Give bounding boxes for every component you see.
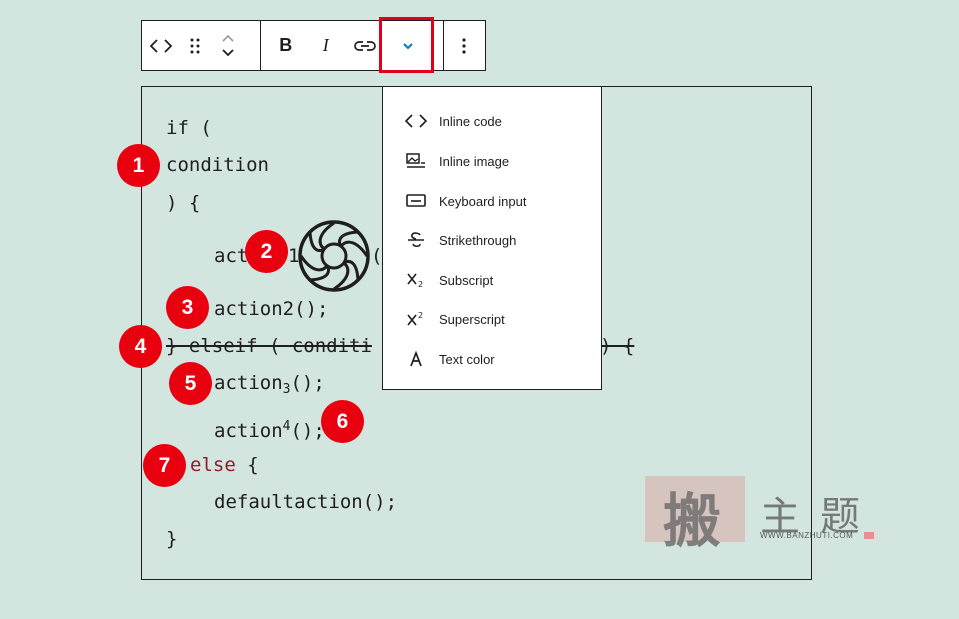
menu-item-label: Subscript xyxy=(439,272,494,288)
code-line-6-strikethrough: } elseif ( conditi xyxy=(166,335,372,357)
code-block-type-button[interactable] xyxy=(142,21,180,70)
bold-button[interactable]: B xyxy=(261,21,311,70)
rich-text-dropdown-menu: Inline code Inline image Keyboard input … xyxy=(382,86,602,390)
more-rich-text-button[interactable] xyxy=(389,21,427,70)
code-text: act xyxy=(214,245,249,267)
colored-text-else: else xyxy=(190,454,236,476)
menu-item-inline-image[interactable]: Inline image xyxy=(383,143,601,179)
menu-item-superscript[interactable]: 2 Superscript xyxy=(383,301,601,337)
code-line-1: if ( xyxy=(166,117,212,139)
code-text: (); xyxy=(290,372,325,394)
code-icon xyxy=(150,38,172,53)
block-controls-group xyxy=(142,21,246,70)
image-icon xyxy=(405,153,427,169)
code-line-4-paren: ( xyxy=(371,245,383,267)
move-up-button[interactable] xyxy=(221,33,235,43)
annotation-badge-5: 5 xyxy=(169,362,212,405)
menu-item-label: Inline code xyxy=(439,113,502,129)
annotation-badge-4: 4 xyxy=(119,325,162,368)
options-button[interactable] xyxy=(444,21,485,70)
menu-item-subscript[interactable]: 2 Subscript xyxy=(383,262,601,298)
code-text: action xyxy=(214,372,283,394)
watermark-url: WWW.BANZHUTI.COM xyxy=(760,531,854,540)
keyboard-icon xyxy=(405,194,427,208)
more-vertical-icon xyxy=(462,37,466,54)
annotation-badge-3: 3 xyxy=(166,286,209,329)
drag-handle-icon xyxy=(190,38,200,53)
svg-text:2: 2 xyxy=(418,311,423,320)
menu-item-label: Strikethrough xyxy=(439,232,517,248)
annotation-badge-1: 1 xyxy=(117,144,160,187)
strikethrough-icon xyxy=(405,231,427,249)
subscript-icon: 2 xyxy=(405,271,427,289)
block-toolbar: B I xyxy=(141,20,486,71)
chevron-down-icon xyxy=(403,42,413,49)
move-down-button[interactable] xyxy=(221,48,235,58)
menu-item-label: Inline image xyxy=(439,153,510,169)
watermark-tag xyxy=(864,532,874,539)
code-text: { xyxy=(235,454,259,476)
svg-text:2: 2 xyxy=(418,280,423,289)
drag-handle[interactable] xyxy=(180,21,210,70)
code-text: (); xyxy=(290,420,325,442)
annotation-badge-6: 6 xyxy=(321,400,364,443)
code-line-9: else { xyxy=(190,453,259,477)
code-line-7: action3(); xyxy=(214,371,325,402)
move-controls xyxy=(210,21,246,70)
menu-item-strikethrough[interactable]: Strikethrough xyxy=(383,222,601,258)
code-line-2: condition xyxy=(166,154,269,176)
code-line-10: defaultaction(); xyxy=(214,491,398,513)
menu-item-label: Text color xyxy=(439,351,495,367)
menu-item-label: Superscript xyxy=(439,311,505,327)
code-line-4: act xyxy=(214,244,248,268)
annotation-badge-2: 2 xyxy=(245,230,288,273)
menu-item-keyboard-input[interactable]: Keyboard input xyxy=(383,183,601,219)
code-text: action xyxy=(214,420,283,442)
code-line-6-end: ) { xyxy=(600,335,635,357)
annotation-badge-7: 7 xyxy=(143,444,186,487)
code-line-11: } xyxy=(166,528,178,550)
format-controls-group: B I xyxy=(261,21,427,70)
aperture-logo-icon xyxy=(298,220,370,292)
italic-button[interactable]: I xyxy=(311,21,341,70)
superscript-icon: 2 xyxy=(405,310,427,328)
text-color-icon xyxy=(405,351,427,367)
code-line-8: action4(); xyxy=(214,415,325,443)
menu-item-label: Keyboard input xyxy=(439,193,527,209)
link-icon xyxy=(353,40,376,51)
watermark-logo: 搬 主 题 WWW.BANZHUTI.COM xyxy=(645,476,875,555)
watermark-char: 搬 xyxy=(663,487,722,555)
code-line-3: ) { xyxy=(166,192,201,214)
link-button[interactable] xyxy=(341,21,389,70)
menu-item-inline-code[interactable]: Inline code xyxy=(383,103,601,139)
menu-item-text-color[interactable]: Text color xyxy=(383,341,601,377)
code-icon xyxy=(405,114,427,128)
code-line-5: action2(); xyxy=(214,298,329,320)
